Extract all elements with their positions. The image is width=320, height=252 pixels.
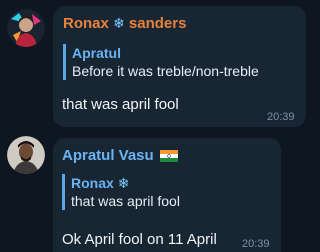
message-bubble[interactable]: Apratul Vasu Ronax ❄ that was april fool…	[53, 138, 281, 252]
message-text: that was april fool	[62, 96, 179, 113]
india-flag-icon	[159, 150, 178, 163]
person-avatar-icon	[7, 9, 45, 47]
reply-author: Apratul	[72, 45, 121, 61]
message-text: Ok April fool on 11 April	[62, 231, 217, 248]
sender-name[interactable]: Ronax ❄ sanders	[63, 15, 186, 32]
reply-quote[interactable]: Ronax ❄ that was april fool	[62, 174, 180, 210]
sender-avatar[interactable]	[7, 136, 45, 174]
snowflake-emoji: ❄	[113, 15, 125, 31]
sender-name[interactable]: Apratul Vasu	[62, 147, 178, 164]
message-time: 20:39	[242, 238, 270, 250]
snowflake-emoji: ❄	[117, 175, 130, 191]
message-bubble[interactable]: Ronax ❄ sanders Apratul Before it was tr…	[53, 6, 306, 127]
reply-text: that was april fool	[71, 193, 180, 209]
reply-quote[interactable]: Apratul Before it was treble/non-treble	[63, 44, 259, 80]
reply-author: Ronax ❄	[71, 175, 130, 191]
chat-view: Ronax ❄ sanders Apratul Before it was tr…	[0, 0, 320, 252]
sender-avatar[interactable]	[7, 9, 45, 47]
reply-text: Before it was treble/non-treble	[72, 63, 259, 79]
person-avatar-icon	[7, 136, 45, 174]
message-time: 20:39	[267, 111, 295, 123]
